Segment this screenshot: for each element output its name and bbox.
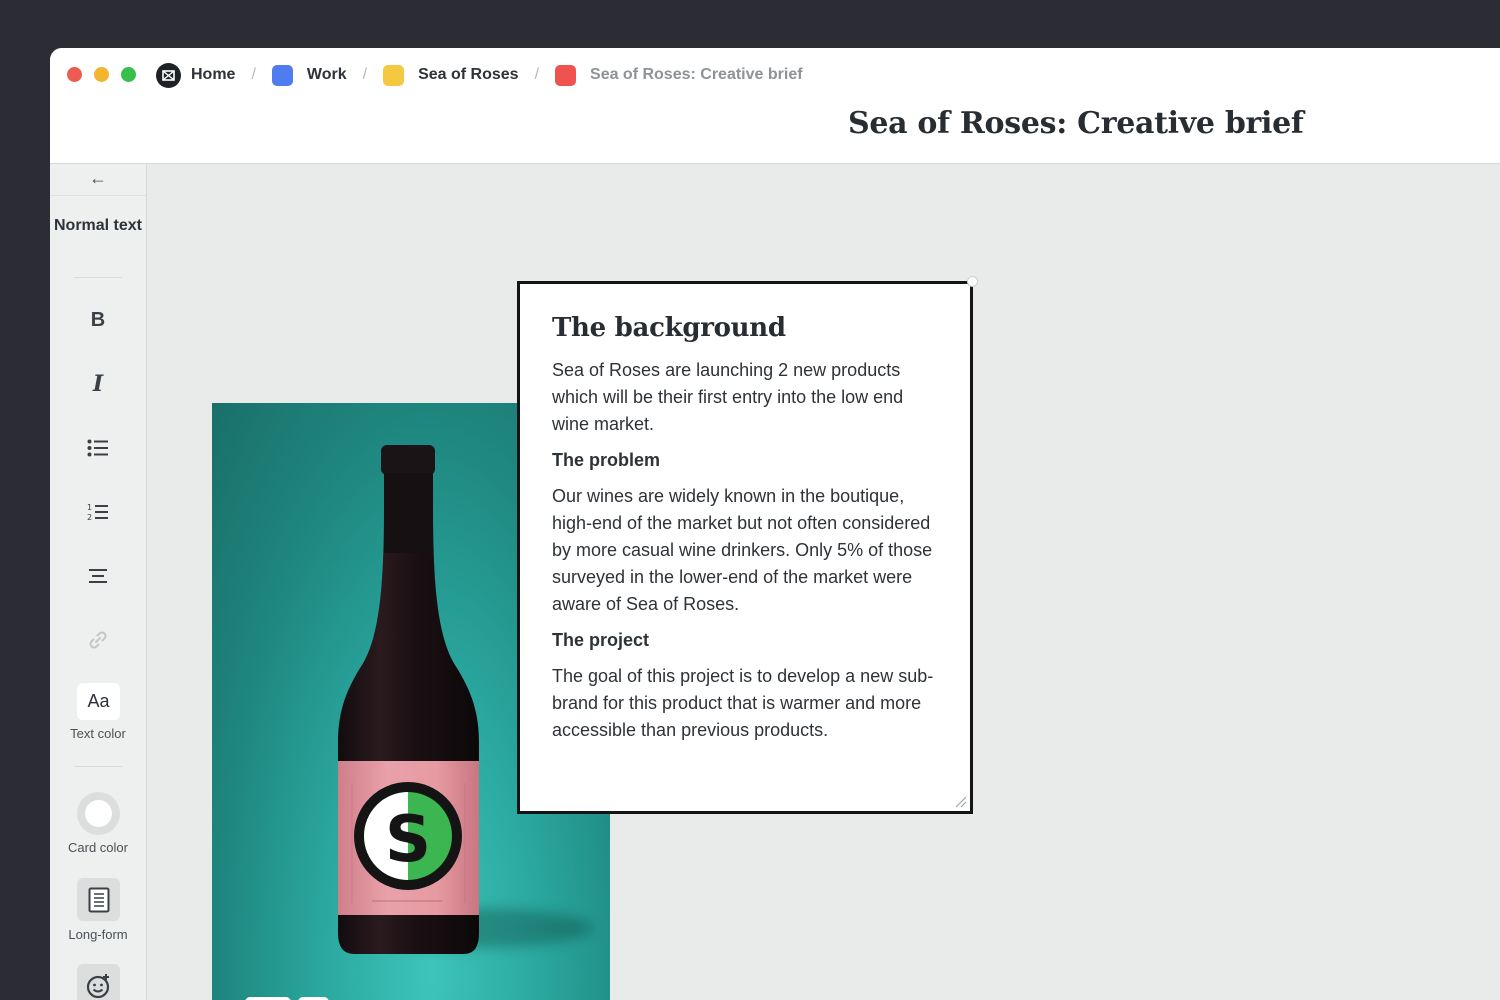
problem-heading: The problem bbox=[552, 450, 661, 471]
breadcrumb-creative-brief[interactable]: Sea of Roses: Creative brief bbox=[555, 64, 803, 86]
card-heading: The background bbox=[552, 313, 786, 343]
creative-brief-text-card[interactable]: The background Sea of Roses are launchin… bbox=[517, 276, 978, 814]
breadcrumb-sea-of-roses[interactable]: Sea of Roses bbox=[383, 64, 519, 86]
italic-button[interactable]: I bbox=[78, 364, 118, 404]
long-form-label: Long-form bbox=[68, 927, 128, 942]
card-color-button[interactable] bbox=[77, 792, 120, 835]
card-color-swatch-icon bbox=[85, 800, 112, 827]
breadcrumb-separator: / bbox=[534, 66, 540, 83]
project-paragraph: The goal of this project is to develop a… bbox=[552, 666, 934, 740]
board-canvas[interactable]: S 1 The background Sea of Roses are laun… bbox=[147, 164, 1500, 1000]
breadcrumb: Home / Work / Sea of Roses / Sea of Rose… bbox=[156, 62, 803, 88]
bullet-list-icon bbox=[87, 439, 108, 457]
toolbar-divider bbox=[50, 195, 146, 196]
long-form-document-icon bbox=[88, 887, 109, 912]
app-window: Home / Work / Sea of Roses / Sea of Rose… bbox=[50, 48, 1500, 1000]
add-emoji-icon bbox=[86, 973, 109, 998]
text-color-label: Text color bbox=[70, 726, 126, 741]
background-paragraph: Sea of Roses are launching 2 new product… bbox=[552, 360, 904, 434]
work-color-icon bbox=[271, 64, 293, 86]
text-style-button[interactable]: Normal text bbox=[50, 216, 146, 236]
title-bar: Home / Work / Sea of Roses / Sea of Rose… bbox=[50, 48, 1500, 164]
link-icon bbox=[89, 631, 107, 649]
toolbar-divider bbox=[74, 277, 122, 278]
sea-of-roses-color-icon bbox=[383, 64, 405, 86]
maximize-window-button[interactable] bbox=[121, 67, 136, 82]
bold-button[interactable]: B bbox=[78, 300, 118, 340]
creative-brief-color-icon bbox=[555, 64, 577, 86]
card-resize-handle[interactable] bbox=[967, 276, 978, 287]
breadcrumb-separator: / bbox=[362, 66, 368, 83]
breadcrumb-home-label: Home bbox=[191, 66, 236, 83]
back-arrow-icon[interactable]: ← bbox=[50, 168, 146, 189]
breadcrumb-home[interactable]: Home bbox=[156, 62, 236, 88]
resize-grip-icon[interactable] bbox=[953, 794, 967, 808]
home-logo-icon bbox=[156, 62, 181, 88]
align-center-icon bbox=[89, 569, 107, 583]
align-button[interactable] bbox=[78, 556, 118, 596]
add-reaction-button[interactable] bbox=[77, 964, 120, 1000]
breadcrumb-separator: / bbox=[251, 66, 256, 83]
long-form-button[interactable] bbox=[77, 878, 120, 921]
breadcrumb-work[interactable]: Work bbox=[271, 64, 347, 86]
format-toolbar: ← Normal text B I 12 Aa Text color Card … bbox=[50, 164, 147, 1000]
breadcrumb-creative-brief-label: Sea of Roses: Creative brief bbox=[590, 66, 803, 83]
bullet-list-button[interactable] bbox=[78, 428, 118, 468]
close-window-button[interactable] bbox=[67, 67, 82, 82]
svg-text:1: 1 bbox=[87, 503, 92, 512]
toolbar-divider bbox=[74, 766, 122, 767]
numbered-list-button[interactable]: 12 bbox=[78, 492, 118, 532]
card-color-label: Card color bbox=[68, 840, 128, 855]
breadcrumb-work-label: Work bbox=[306, 66, 347, 83]
text-color-button[interactable]: Aa bbox=[77, 683, 120, 720]
project-heading: The project bbox=[552, 630, 650, 651]
minimize-window-button[interactable] bbox=[94, 67, 109, 82]
svg-text:S: S bbox=[385, 803, 431, 877]
numbered-list-icon: 12 bbox=[87, 503, 108, 522]
breadcrumb-sea-of-roses-label: Sea of Roses bbox=[418, 66, 519, 83]
svg-text:2: 2 bbox=[87, 513, 92, 522]
page-title[interactable]: Sea of Roses: Creative brief bbox=[848, 106, 1304, 141]
problem-paragraph: Our wines are widely known in the boutiq… bbox=[552, 486, 933, 614]
link-button[interactable] bbox=[78, 620, 118, 660]
